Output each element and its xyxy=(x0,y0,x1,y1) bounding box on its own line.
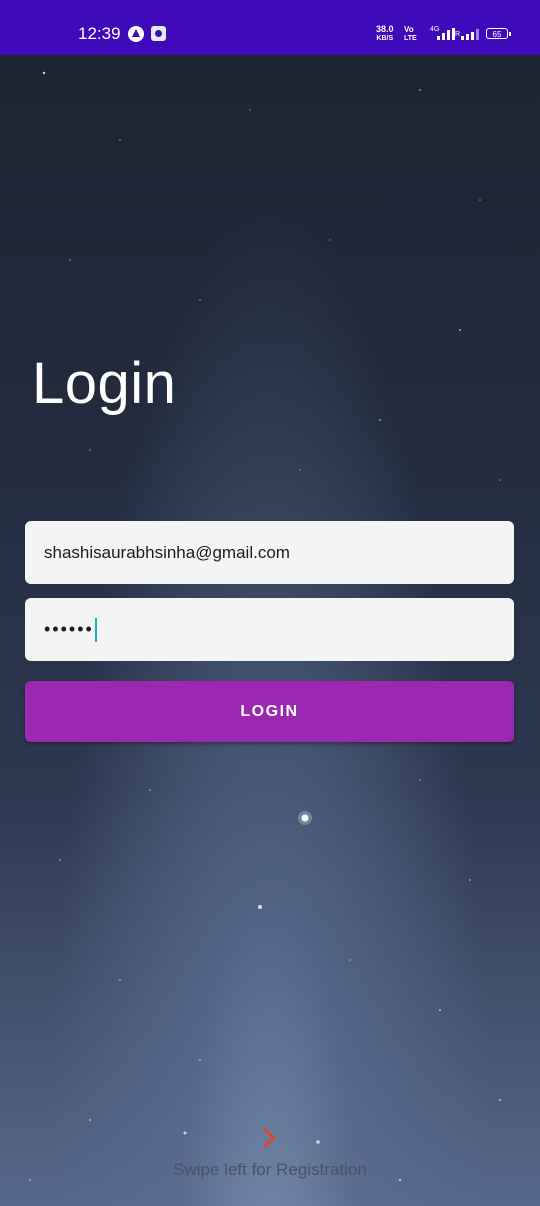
signal-icon-2 xyxy=(461,28,479,40)
network-speed: 38.0 KB/S xyxy=(376,24,394,43)
email-value: shashisaurabhsinha@gmail.com xyxy=(44,542,290,562)
roaming-indicator: R xyxy=(455,31,461,38)
swipe-hint[interactable]: Swipe left for Registration xyxy=(0,1160,540,1180)
volte-indicator: Vo LTE xyxy=(404,25,417,42)
status-bar: 12:39 38.0 KB/S Vo LTE 4G R 65 xyxy=(0,0,540,55)
signal-icon xyxy=(437,28,455,40)
page-title: Login xyxy=(32,351,177,416)
status-time: 12:39 xyxy=(78,24,121,43)
login-button[interactable]: LOGIN xyxy=(25,681,514,742)
camera-app-icon xyxy=(151,26,166,41)
chevron-right-icon xyxy=(263,1128,276,1148)
app-a-icon xyxy=(128,26,144,42)
battery-icon: 65 xyxy=(486,28,511,39)
password-value: •••••• xyxy=(44,619,94,639)
text-cursor xyxy=(94,617,97,642)
password-field[interactable]: •••••• xyxy=(25,598,514,661)
email-field[interactable]: shashisaurabhsinha@gmail.com xyxy=(25,521,514,584)
